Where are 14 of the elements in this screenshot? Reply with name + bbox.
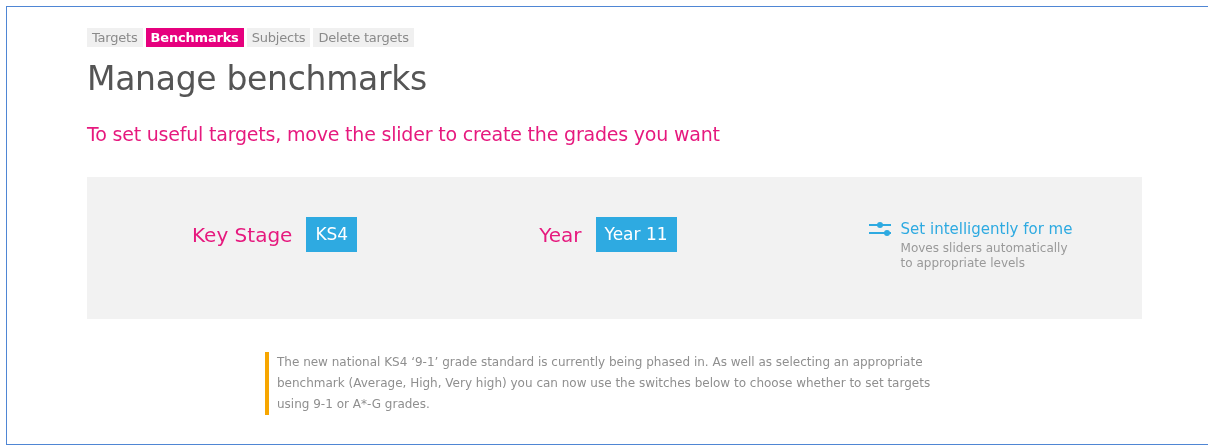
key-stage-label: Key Stage bbox=[192, 221, 293, 249]
nav-tab[interactable]: Targets bbox=[87, 28, 143, 47]
sliders-icon[interactable] bbox=[868, 222, 891, 236]
nav-tab[interactable]: Benchmarks bbox=[145, 28, 244, 47]
nav-tab[interactable]: Subjects bbox=[246, 28, 311, 47]
notice-text: The new national KS4 ‘9-1’ grade standard is currently being phased in. As well as selecting an appropriate benchmark (Average, High, Very high) you can now use the switches below to choose whether to set targets using 9-1 or A*-G grades. bbox=[265, 352, 957, 415]
nav-tab[interactable]: Delete targets bbox=[313, 28, 414, 47]
key-stage-selector[interactable]: KS4 bbox=[306, 217, 358, 252]
year-selector[interactable]: Year 11 bbox=[595, 217, 677, 252]
instruction-text: To set useful targets, move the slider to create the grades you want bbox=[87, 123, 721, 145]
page-title: Manage benchmarks bbox=[87, 59, 428, 98]
set-intelligently-link[interactable]: Set intelligently for me bbox=[900, 220, 1073, 238]
year-label: Year bbox=[539, 221, 582, 249]
auto-description: Moves sliders automatically to appropriate levels bbox=[900, 241, 1069, 271]
